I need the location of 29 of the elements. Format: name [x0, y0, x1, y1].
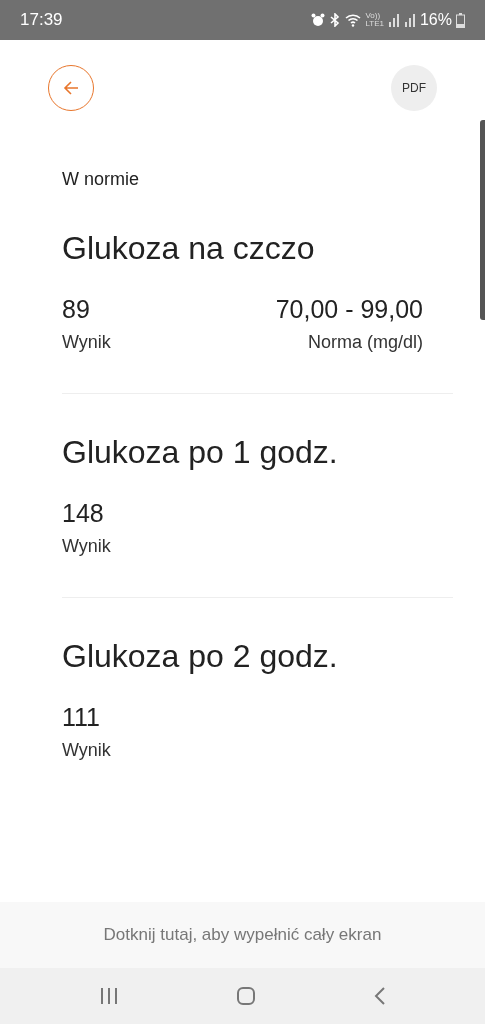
result-title: Glukoza na czczo: [62, 230, 316, 267]
result-label: Wynik: [62, 332, 111, 353]
result-title: Glukoza po 1 godz.: [62, 434, 339, 471]
wifi-icon: [345, 13, 362, 27]
result-value: 89: [62, 295, 91, 324]
signal-icon: [403, 13, 416, 27]
norm-label: Norma (mg/dl): [308, 332, 423, 353]
battery-percent: 16%: [419, 11, 452, 29]
norm-range: 70,00 - 99,00: [275, 295, 423, 324]
status-time: 17:39: [20, 10, 63, 30]
result-title: Glukoza po 2 godz.: [62, 638, 339, 675]
back-icon[interactable]: [372, 987, 387, 1005]
back-button[interactable]: [48, 65, 94, 111]
pdf-button[interactable]: PDF: [391, 65, 437, 111]
status-label: W normie: [62, 169, 140, 190]
recent-apps-icon[interactable]: [98, 987, 119, 1005]
result-label: Wynik: [62, 536, 111, 557]
bluetooth-icon: [329, 13, 342, 27]
arrow-left-icon: [63, 81, 79, 95]
result-value: 148: [62, 499, 105, 528]
alarm-icon: [311, 13, 326, 27]
home-icon[interactable]: [235, 987, 256, 1005]
result-label: Wynik: [62, 740, 111, 761]
signal-icon: [387, 13, 400, 27]
result-value: 111: [62, 703, 101, 732]
fullscreen-banner[interactable]: Dotknij tutaj, aby wypełnić cały ekran: [0, 902, 485, 968]
network-label: Vo)) LTE1: [365, 12, 384, 28]
battery-icon: [456, 12, 465, 28]
fullscreen-hint: Dotknij tutaj, aby wypełnić cały ekran: [103, 925, 382, 945]
